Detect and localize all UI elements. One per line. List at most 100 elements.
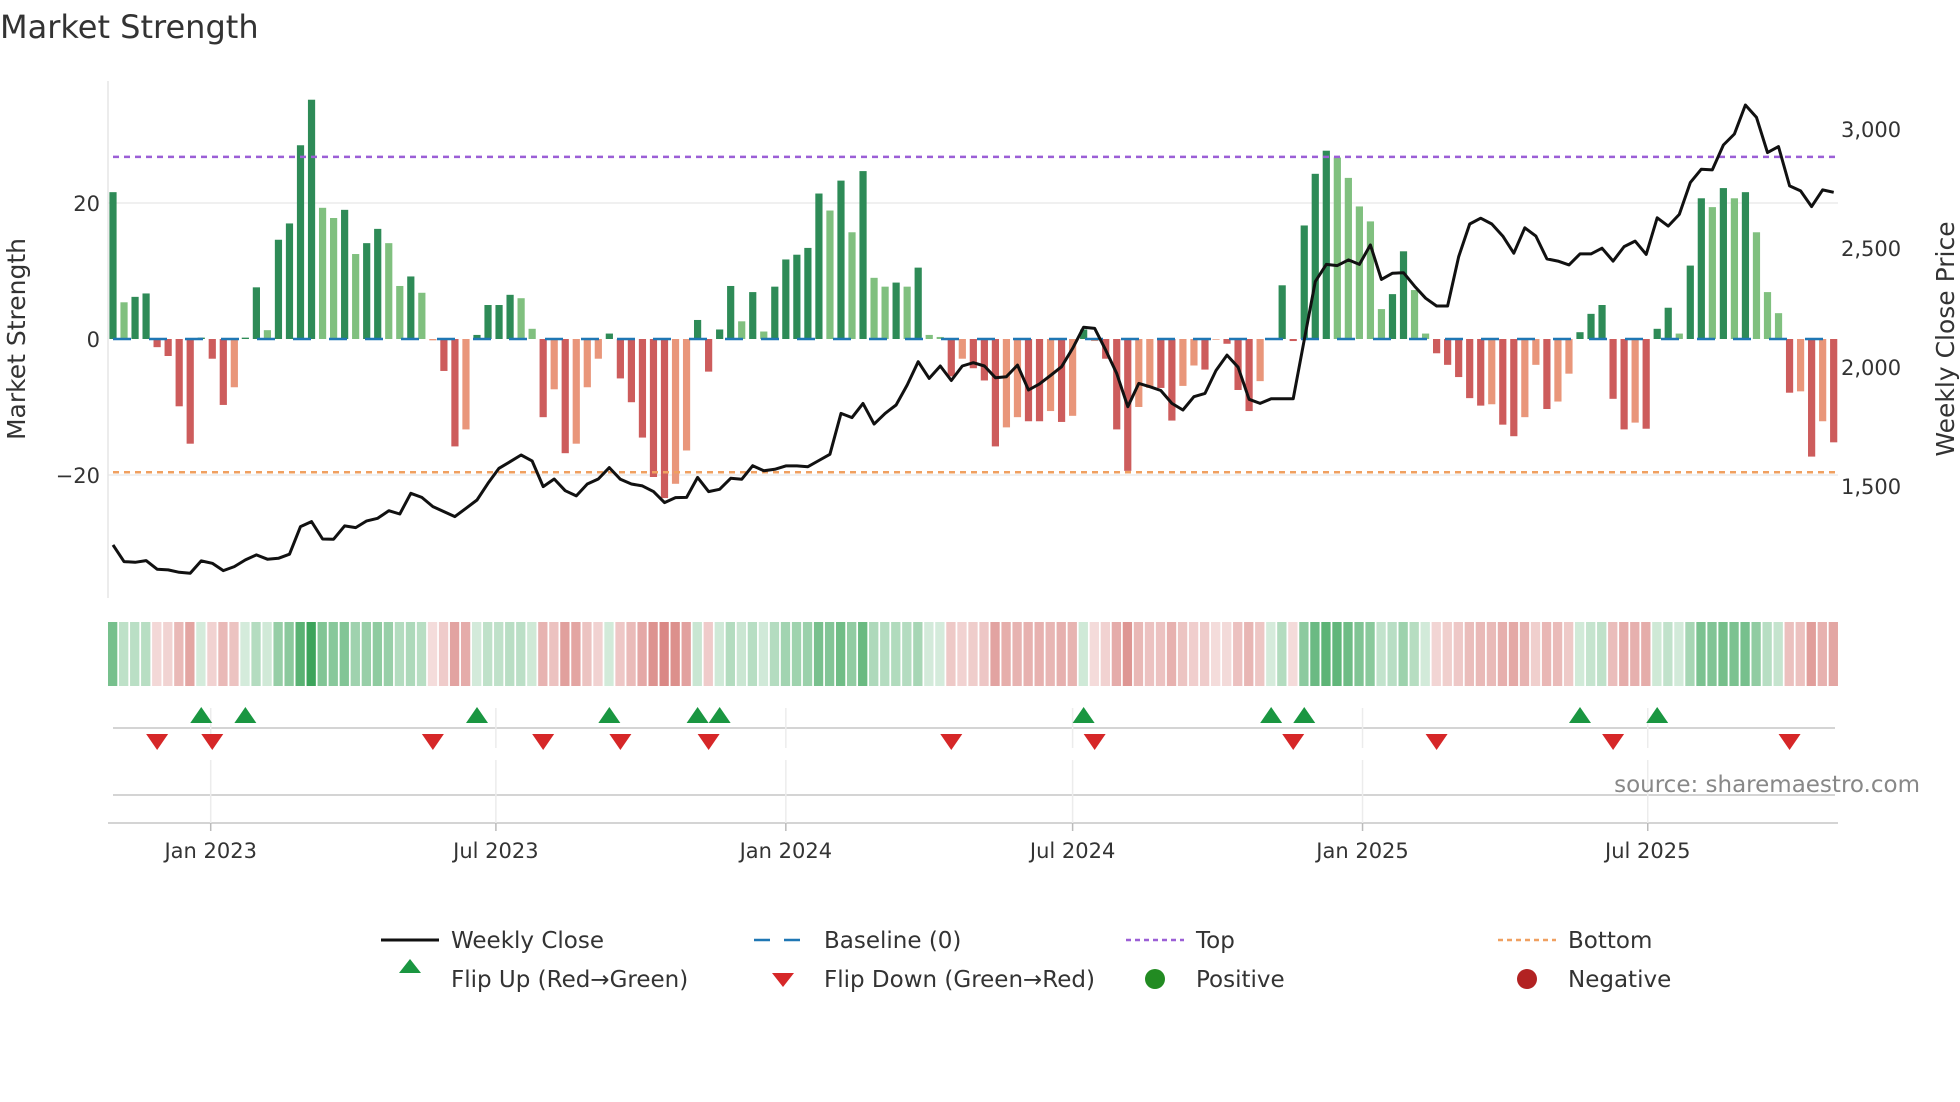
heatmap-cell <box>1508 622 1519 686</box>
heatmap-cell <box>1795 622 1805 686</box>
x-tick-label: Jul 2023 <box>451 839 538 863</box>
heatmap-cell <box>1089 622 1099 686</box>
heatmap-cell <box>1541 622 1552 686</box>
strength-bar <box>881 286 889 339</box>
heatmap-cell <box>1034 622 1044 686</box>
strength-bar <box>1146 339 1154 388</box>
flip-down-triangle-icon <box>1778 734 1801 750</box>
strength-bar <box>914 267 922 339</box>
strength-bar <box>241 337 249 339</box>
heatmap-cell <box>262 622 272 686</box>
heatmap-cell <box>1486 622 1497 686</box>
strength-bar <box>638 339 647 438</box>
heatmap-cell <box>1376 622 1386 686</box>
heatmap-cell <box>1586 622 1596 686</box>
strength-bar <box>1532 339 1540 365</box>
heatmap-cell <box>427 622 438 686</box>
heatmap-cell <box>1552 622 1563 686</box>
heatmap-cell <box>957 622 967 686</box>
flip-down-triangle-icon <box>940 734 963 750</box>
heatmap-cell <box>802 622 813 686</box>
strength-bar <box>991 339 999 447</box>
flip-down-triangle-icon <box>1083 734 1106 750</box>
heatmap-cell <box>648 622 658 686</box>
strength-bar <box>1455 339 1463 378</box>
heatmap-cell <box>549 622 559 686</box>
strength-bar <box>738 321 746 339</box>
heatmap-cell <box>1740 622 1750 686</box>
flip-up-triangle-icon <box>1293 707 1316 723</box>
strength-bar <box>1587 313 1595 339</box>
strength-bar <box>716 329 724 339</box>
strength-bar <box>671 339 680 484</box>
flip-down-triangle-icon <box>609 734 632 750</box>
legend-positive-dot-icon <box>1145 969 1165 989</box>
heatmap-cell <box>1144 622 1155 686</box>
legend-label: Flip Up (Red→Green) <box>451 967 688 993</box>
heatmap-cell <box>1266 622 1276 686</box>
heatmap-cell <box>1685 622 1695 686</box>
heatmap-cell <box>1133 622 1144 686</box>
strength-bar <box>1730 198 1739 339</box>
flip-up-triangle-icon <box>1260 707 1283 723</box>
x-axis-ticks: Jan 2023 Jul 2023 Jan 2024 Jul 2024 Jan 2025… <box>162 708 1690 863</box>
strength-bar <box>528 328 536 339</box>
legend-up-triangle-icon <box>399 959 421 973</box>
market-strength-chart: Market Strength 20 0 −20 3,000 2,500 2,000 1,… <box>0 8 1960 993</box>
strength-bar <box>1785 339 1794 393</box>
strength-bar <box>208 339 216 359</box>
strength-bar <box>870 277 878 339</box>
heatmap-cell <box>1078 622 1088 686</box>
flip-down-triangle-icon <box>697 734 720 750</box>
legend-negative-dot-icon <box>1517 969 1537 989</box>
heatmap-cell <box>1674 622 1684 686</box>
strength-bar <box>1719 188 1727 339</box>
x-tick-label: Jan 2023 <box>162 839 257 863</box>
strength-bar <box>1543 339 1551 410</box>
strength-bar <box>506 294 514 339</box>
strength-bar <box>1355 206 1363 339</box>
strength-bar <box>1057 339 1066 422</box>
heatmap-cell <box>1431 622 1441 686</box>
heatmap-cell <box>869 622 879 686</box>
strength-bar <box>826 210 834 339</box>
heatmap-cell <box>328 622 338 686</box>
strength-bar <box>1201 339 1209 370</box>
strength-bar <box>1565 339 1573 374</box>
heatmap-cell <box>1277 622 1287 686</box>
heatmap-cell <box>1111 622 1122 686</box>
strength-bar <box>561 339 569 454</box>
strength-bar <box>1796 339 1805 392</box>
heatmap-cell <box>1332 622 1342 686</box>
strength-bar <box>693 319 702 339</box>
source-note: source: sharemaestro.com <box>1614 772 1920 798</box>
right-axis-ticks: 3,000 2,500 2,000 1,500 <box>1841 118 1901 499</box>
strength-bar <box>1697 198 1705 339</box>
strength-bar <box>330 217 338 339</box>
strength-bar <box>1609 339 1617 399</box>
heatmap-cell <box>1012 622 1022 686</box>
heatmap-cell <box>372 622 383 686</box>
heatmap-cell <box>1453 622 1463 686</box>
heatmap-cell <box>339 622 349 686</box>
heatmap-cell <box>835 622 846 686</box>
strength-bar <box>1157 339 1165 388</box>
strength-bar <box>1311 173 1319 339</box>
heatmap-cell <box>416 622 427 686</box>
strength-bar <box>1366 221 1375 339</box>
heatmap-cell <box>813 622 824 686</box>
strength-bar <box>925 334 933 339</box>
heatmap-cell <box>1729 622 1739 686</box>
strength-bar <box>263 330 272 339</box>
strength-bar <box>539 339 547 418</box>
y-tick-label: 0 <box>87 328 100 352</box>
heatmap-cell <box>1001 622 1011 686</box>
strength-bar <box>142 293 150 339</box>
heatmap-cell <box>460 622 471 686</box>
heatmap-cell <box>604 622 614 686</box>
strength-bar <box>363 243 371 339</box>
strength-bar <box>1653 328 1661 339</box>
heatmap-cell <box>1056 622 1066 686</box>
strength-bar <box>1819 339 1827 422</box>
flip-down-triangle-icon <box>146 734 169 750</box>
